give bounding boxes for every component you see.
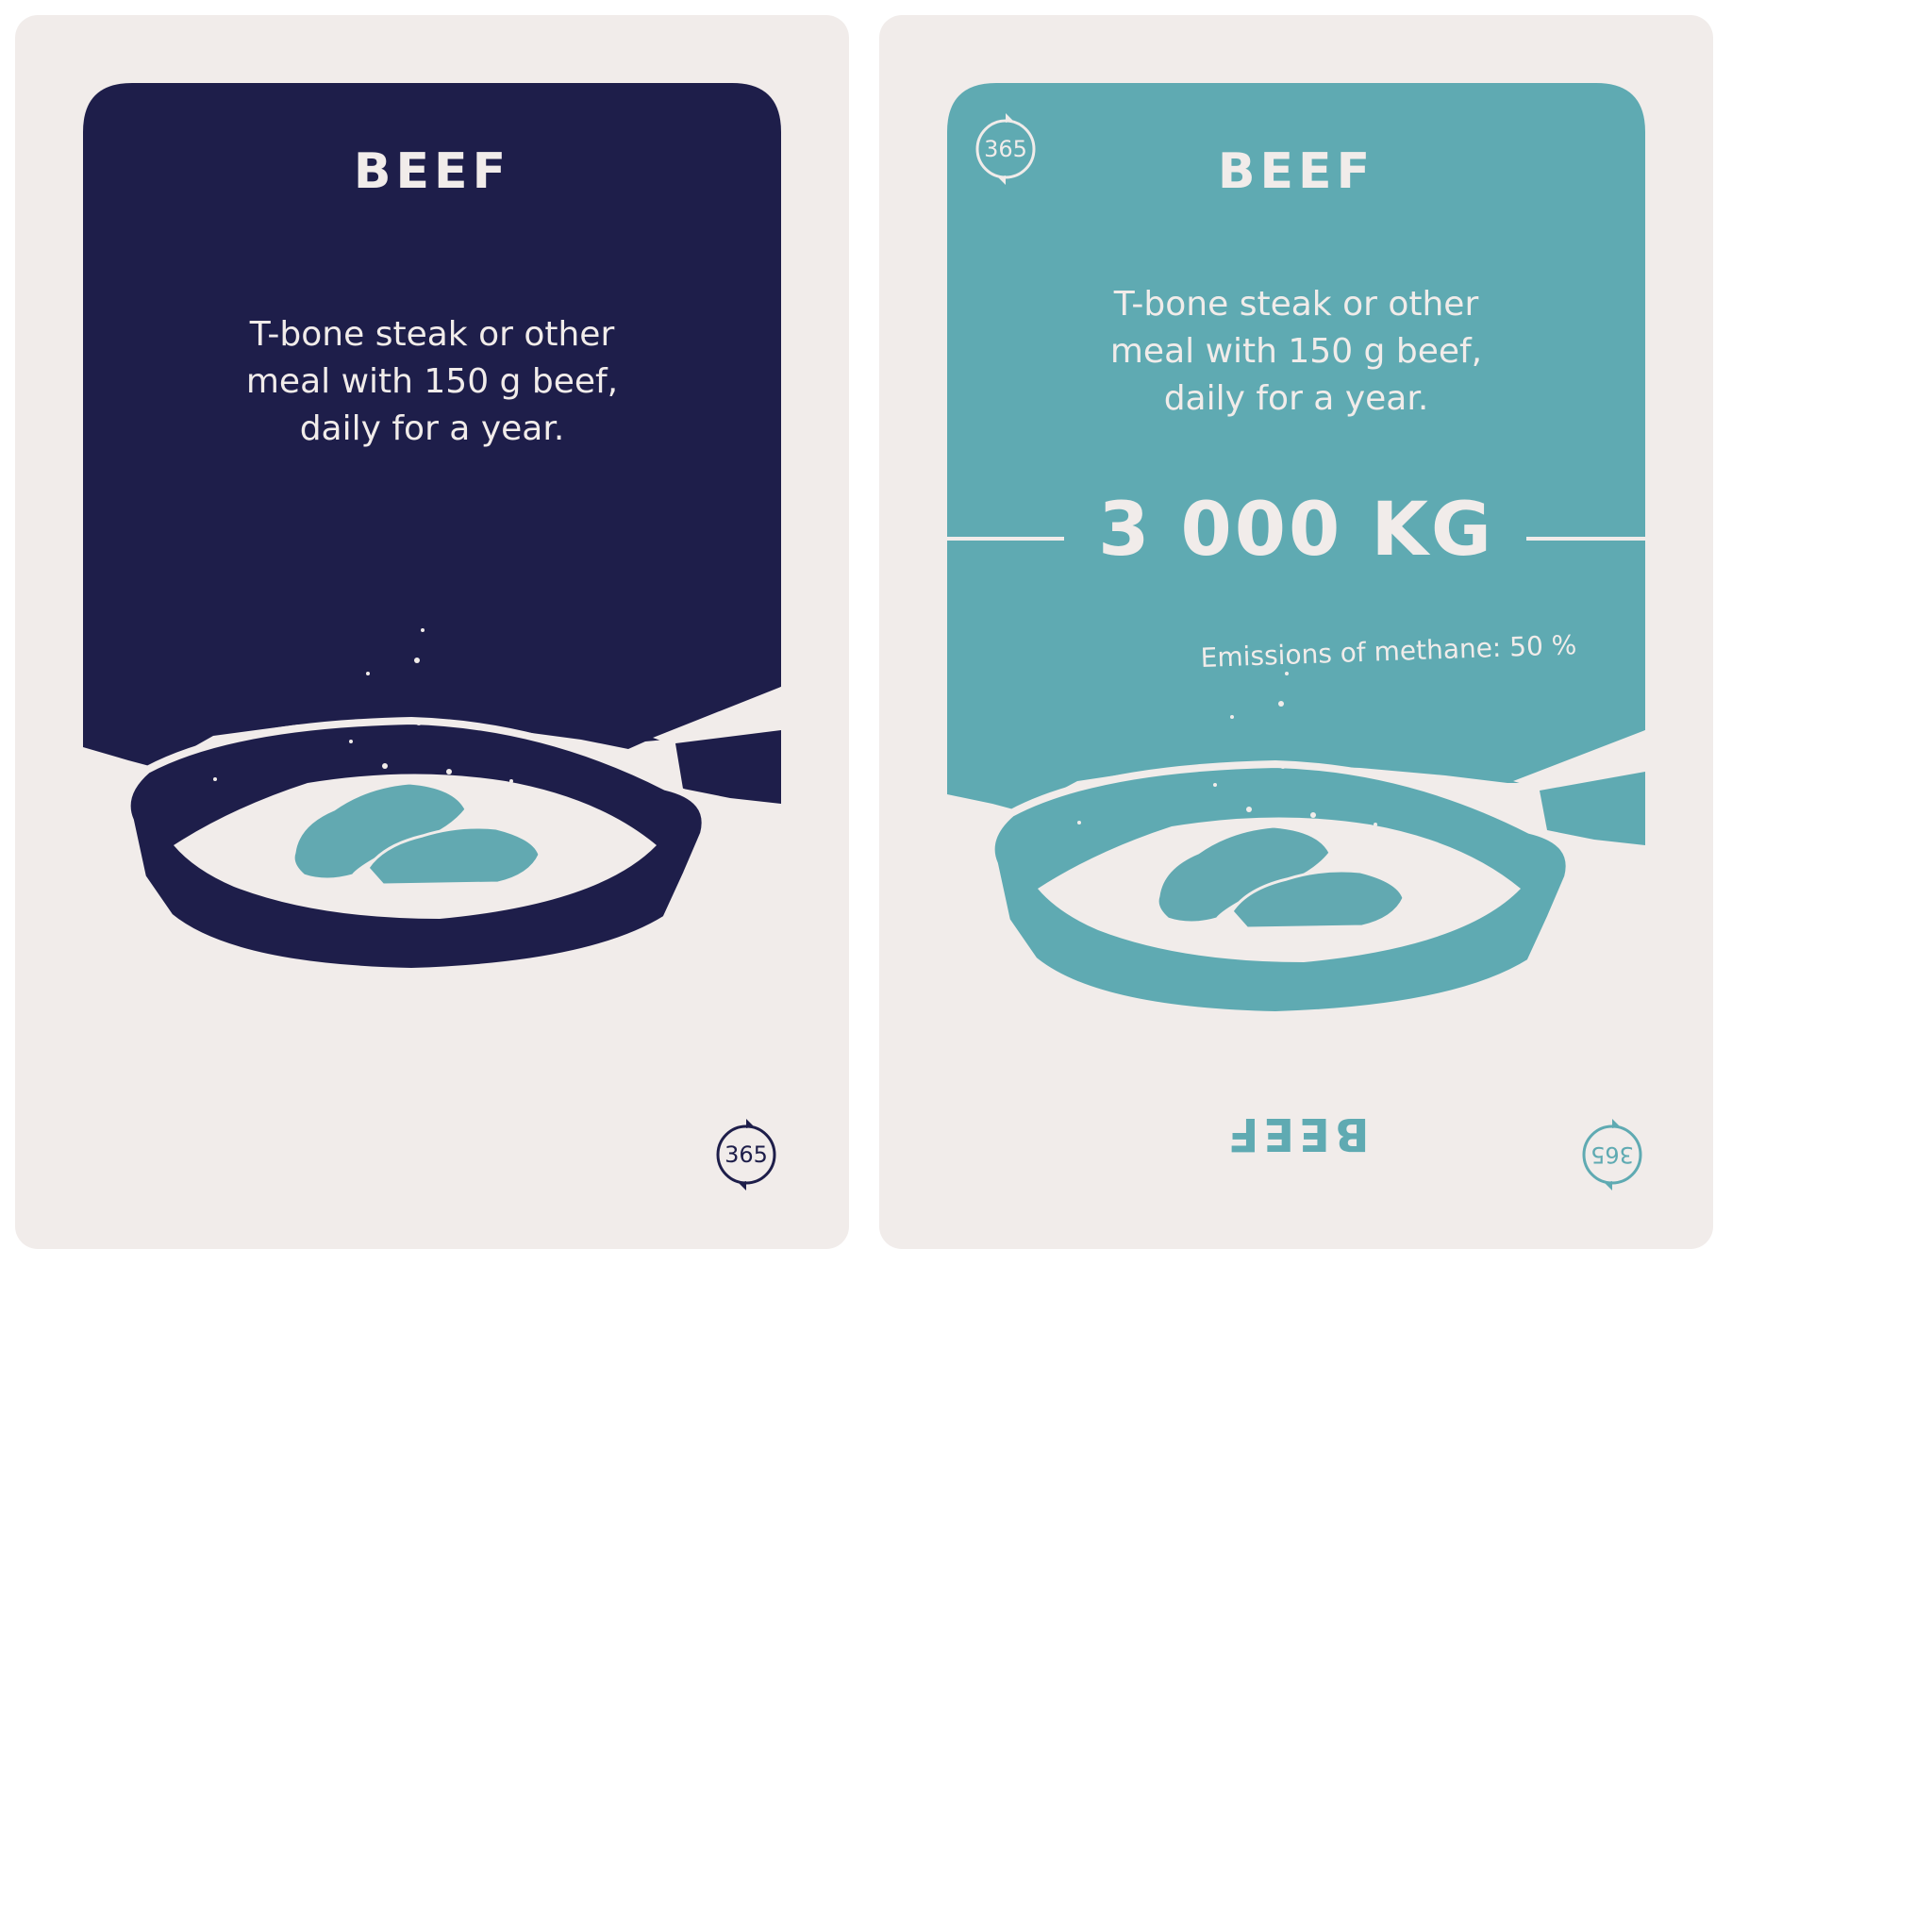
description-line: T-bone steak or other <box>249 315 615 354</box>
card-title: BEEF <box>353 143 511 200</box>
emission-amount: 3 000 KG <box>1098 488 1494 573</box>
description-line: daily for a year. <box>1163 379 1429 418</box>
description-line: T-bone steak or other <box>1113 285 1479 324</box>
description-line: daily for a year. <box>299 409 565 448</box>
front-card[interactable]: BEEF T-bone steak or other meal with 150… <box>15 15 849 1249</box>
frying-pan-illustration <box>83 83 781 976</box>
card-description: T-bone steak or other meal with 150 g be… <box>1013 281 1579 423</box>
back-card[interactable]: 365 BEEF T-bone steak or other meal with… <box>879 15 1713 1249</box>
badge-number: 365 <box>1591 1141 1634 1168</box>
card-description: T-bone steak or other meal with 150 g be… <box>149 311 715 453</box>
frying-pan-illustration <box>947 83 1645 1020</box>
description-line: meal with 150 g beef, <box>1109 332 1483 371</box>
365-days-badge: 365 <box>1579 1115 1645 1194</box>
badge-number: 365 <box>724 1141 768 1168</box>
card-title: BEEF <box>1217 143 1375 200</box>
divider-right <box>1526 537 1645 541</box>
365-days-badge: 365 <box>713 1115 779 1194</box>
description-line: meal with 150 g beef, <box>245 362 619 401</box>
